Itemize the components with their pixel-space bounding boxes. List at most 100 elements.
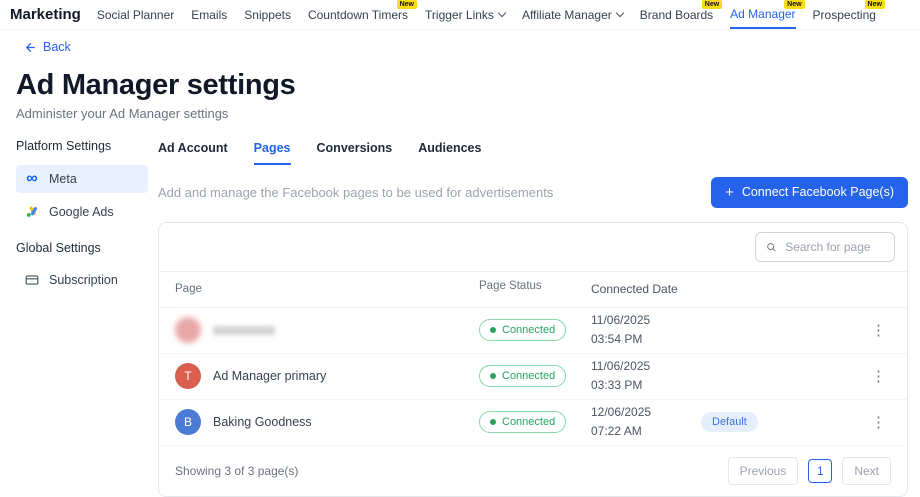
back-label: Back bbox=[43, 40, 71, 54]
sidebar-heading-platform-settings: Platform Settings bbox=[16, 139, 158, 153]
pages-table-card: Page Page Status Connected Date Connecte… bbox=[158, 222, 908, 497]
table-row: B Baking Goodness Connected 12/06/2025 0… bbox=[159, 400, 907, 446]
meta-infinity-icon: ∞ bbox=[24, 171, 40, 187]
new-badge: New bbox=[865, 0, 885, 9]
sidebar-heading-global-settings: Global Settings bbox=[16, 241, 158, 255]
nav-label: Snippets bbox=[244, 8, 291, 22]
table-toolbar bbox=[159, 223, 907, 272]
back-arrow-icon bbox=[24, 41, 37, 54]
kebab-menu-icon[interactable]: ⋮ bbox=[866, 412, 891, 433]
content-layout: Platform Settings ∞ Meta Google Ads Glob… bbox=[0, 121, 920, 497]
nav-label: Affiliate Manager bbox=[522, 8, 612, 22]
page-subtitle: Administer your Ad Manager settings bbox=[16, 106, 904, 121]
nav-label: Trigger Links bbox=[425, 8, 494, 22]
section-header-row: Add and manage the Facebook pages to be … bbox=[158, 177, 908, 208]
nav-item-ad-manager[interactable]: Ad ManagerNew bbox=[730, 0, 795, 29]
redacted-page-name bbox=[213, 326, 275, 335]
avatar bbox=[175, 317, 201, 343]
status-dot-icon bbox=[490, 419, 496, 425]
plus-icon: + bbox=[725, 185, 734, 200]
page-title: Ad Manager settings bbox=[16, 69, 904, 102]
tab-audiences[interactable]: Audiences bbox=[418, 137, 481, 165]
search-icon bbox=[766, 241, 776, 253]
avatar: B bbox=[175, 409, 201, 435]
new-badge: New bbox=[397, 0, 417, 9]
nav-item-social-planner[interactable]: Social Planner bbox=[97, 0, 174, 29]
next-page-button[interactable]: Next bbox=[842, 457, 891, 485]
pagination: Previous 1 Next bbox=[728, 457, 891, 485]
new-badge: New bbox=[702, 0, 722, 9]
sidebar-item-meta[interactable]: ∞ Meta bbox=[16, 165, 148, 193]
sidebar-item-label: Meta bbox=[49, 172, 77, 186]
nav-label: Emails bbox=[191, 8, 227, 22]
top-navigation: Marketing Social Planner Emails Snippets… bbox=[0, 0, 920, 30]
column-header-menu-spacer bbox=[861, 280, 891, 299]
nav-items: Social Planner Emails Snippets Countdown… bbox=[97, 0, 876, 29]
status-badge: Connected bbox=[479, 365, 566, 387]
nav-item-snippets[interactable]: Snippets bbox=[244, 0, 291, 29]
connected-date: 11/06/2025 bbox=[591, 311, 701, 330]
column-header-connected-date: Connected Date bbox=[591, 280, 701, 299]
page-cell bbox=[175, 317, 479, 343]
nav-item-emails[interactable]: Emails bbox=[191, 0, 227, 29]
nav-item-brand-boards[interactable]: Brand BoardsNew bbox=[640, 0, 713, 29]
menu-cell: ⋮ bbox=[861, 367, 891, 386]
google-ads-icon bbox=[24, 205, 40, 218]
settings-tabs: Ad Account Pages Conversions Audiences bbox=[158, 137, 908, 165]
status-dot-icon bbox=[490, 373, 496, 379]
page-name: Baking Goodness bbox=[213, 415, 312, 429]
new-badge: New bbox=[784, 0, 804, 9]
previous-page-button[interactable]: Previous bbox=[728, 457, 799, 485]
section-description: Add and manage the Facebook pages to be … bbox=[158, 185, 553, 200]
nav-item-trigger-links[interactable]: Trigger Links bbox=[425, 0, 505, 29]
default-badge: Default bbox=[701, 412, 758, 432]
connect-facebook-pages-button[interactable]: + Connect Facebook Page(s) bbox=[711, 177, 908, 208]
tab-conversions[interactable]: Conversions bbox=[317, 137, 393, 165]
kebab-menu-icon[interactable]: ⋮ bbox=[866, 320, 891, 341]
menu-cell: ⋮ bbox=[861, 413, 891, 432]
connected-time: 07:22 AM bbox=[591, 422, 701, 441]
status-label: Connected bbox=[502, 324, 555, 336]
date-cell: 11/06/2025 03:54 PM bbox=[591, 311, 701, 349]
chevron-down-icon bbox=[498, 8, 506, 16]
status-label: Connected bbox=[502, 370, 555, 382]
status-badge: Connected bbox=[479, 411, 566, 433]
nav-label: Brand Boards bbox=[640, 8, 713, 22]
connected-date: 11/06/2025 bbox=[591, 357, 701, 376]
date-cell: 11/06/2025 03:33 PM bbox=[591, 357, 701, 395]
status-cell: Connected bbox=[479, 365, 591, 387]
status-cell: Connected bbox=[479, 411, 591, 433]
page-cell: B Baking Goodness bbox=[175, 409, 479, 435]
nav-item-affiliate-manager[interactable]: Affiliate Manager bbox=[522, 0, 623, 29]
nav-item-prospecting[interactable]: ProspectingNew bbox=[813, 0, 876, 29]
rows-summary: Showing 3 of 3 page(s) bbox=[175, 464, 298, 478]
column-header-page-status: Page Status bbox=[479, 280, 591, 299]
search-input-wrapper bbox=[755, 232, 895, 262]
tab-ad-account[interactable]: Ad Account bbox=[158, 137, 228, 165]
menu-cell: ⋮ bbox=[861, 321, 891, 340]
column-header-page: Page bbox=[175, 280, 479, 299]
page-number-button[interactable]: 1 bbox=[808, 459, 832, 483]
page-header: Back Ad Manager settings Administer your… bbox=[0, 30, 920, 121]
sidebar-item-subscription[interactable]: Subscription bbox=[16, 267, 148, 293]
connect-button-label: Connect Facebook Page(s) bbox=[742, 185, 894, 199]
status-badge: Connected bbox=[479, 319, 566, 341]
status-cell: Connected bbox=[479, 319, 591, 341]
tab-pages[interactable]: Pages bbox=[254, 137, 291, 165]
credit-card-icon bbox=[24, 273, 40, 287]
page-name: Ad Manager primary bbox=[213, 369, 326, 383]
back-link[interactable]: Back bbox=[24, 40, 71, 54]
kebab-menu-icon[interactable]: ⋮ bbox=[866, 366, 891, 387]
page-cell: T Ad Manager primary bbox=[175, 363, 479, 389]
settings-sidebar: Platform Settings ∞ Meta Google Ads Glob… bbox=[16, 137, 158, 497]
avatar: T bbox=[175, 363, 201, 389]
column-header-badge-spacer bbox=[701, 280, 861, 299]
table-header-row: Page Page Status Connected Date bbox=[159, 272, 907, 308]
nav-label: Countdown Timers bbox=[308, 8, 408, 22]
sidebar-item-google-ads[interactable]: Google Ads bbox=[16, 199, 148, 225]
nav-label: Prospecting bbox=[813, 8, 876, 22]
search-input[interactable] bbox=[783, 239, 884, 255]
nav-item-countdown-timers[interactable]: Countdown TimersNew bbox=[308, 0, 408, 29]
sidebar-item-label: Subscription bbox=[49, 273, 118, 287]
status-dot-icon bbox=[490, 327, 496, 333]
